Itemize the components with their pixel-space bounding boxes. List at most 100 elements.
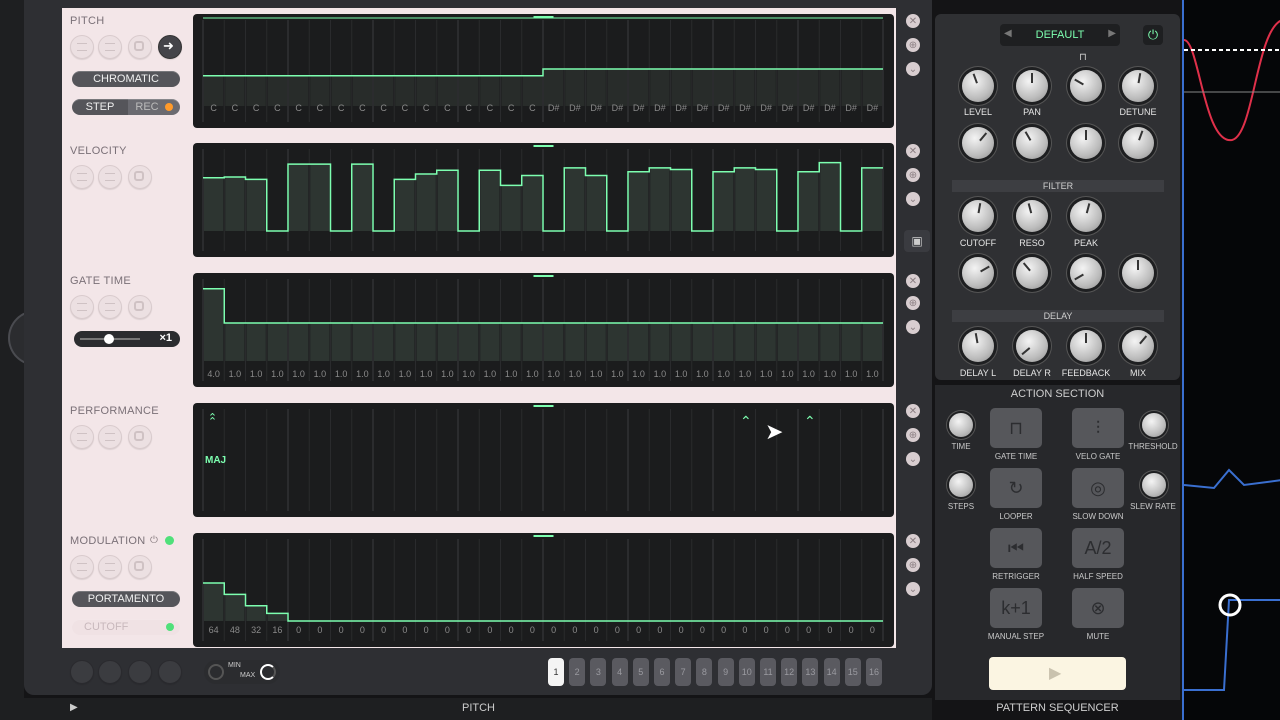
time-knob[interactable] [949, 413, 973, 437]
velocity-random-button[interactable] [98, 165, 122, 189]
delay-r-knob[interactable] [1016, 330, 1048, 362]
copy-button[interactable] [70, 660, 94, 684]
delay-l-knob[interactable] [962, 330, 994, 362]
gate-lane[interactable]: 4.0 1.0 1.0 1.0 1.0 1.0 1.0 1.0 1.0 1.0 1.0 1.0 1.0 1… [193, 273, 894, 387]
pitch-shift-icon[interactable]: ⊕ [906, 38, 920, 52]
pitch-select-button[interactable] [128, 35, 152, 59]
gate-clear-button[interactable] [70, 295, 94, 319]
env-knob-4[interactable] [1122, 127, 1154, 159]
gate-down-icon[interactable]: ⌄ [906, 320, 920, 334]
step-button[interactable]: STEP [72, 99, 128, 115]
modulation-random-button[interactable] [98, 555, 122, 579]
cutoff-button[interactable]: CUTOFF [72, 619, 180, 635]
page-button[interactable]: 3 [590, 658, 607, 686]
synth-power-icon[interactable]: ⏻ [1143, 25, 1163, 45]
save-button[interactable] [98, 660, 122, 684]
steps-knob[interactable] [949, 473, 973, 497]
performance-random-button[interactable] [98, 425, 122, 449]
shift-button[interactable] [128, 660, 152, 684]
pitch-close-icon[interactable]: ✕ [906, 14, 920, 28]
pitch-clear-button[interactable] [70, 35, 94, 59]
half-speed-button[interactable]: A/2 [1072, 528, 1124, 568]
performance-down-icon[interactable]: ⌄ [906, 452, 920, 466]
play-button[interactable]: ▶ [989, 657, 1126, 690]
velocity-select-button[interactable] [128, 165, 152, 189]
modulation-down-icon[interactable]: ⌄ [906, 582, 920, 596]
randomize-button[interactable] [158, 660, 182, 684]
page-button[interactable]: 7 [675, 658, 692, 686]
performance-lane[interactable]: MAJ ⌃⌃ ⌃ ⌃ ➤ [193, 403, 894, 517]
filter-env-knob-2[interactable] [1016, 257, 1048, 289]
pitch-random-button[interactable] [98, 35, 122, 59]
env-knob-2[interactable] [1016, 127, 1048, 159]
looper-button[interactable]: ↻ [990, 468, 1042, 508]
gate-select-button[interactable] [128, 295, 152, 319]
velocity-close-icon[interactable]: ✕ [906, 144, 920, 158]
pitch-down-icon[interactable]: ⌄ [906, 62, 920, 76]
page-button[interactable]: 15 [844, 658, 861, 686]
pitch-lane[interactable]: C C C C C C C C C C C C C C C C D# D# D# D# D# D# D# D# D# D# D# D#… [193, 14, 894, 128]
detune-knob[interactable] [1122, 70, 1154, 102]
level-knob[interactable] [962, 70, 994, 102]
retrigger-button[interactable]: ⏮ [990, 528, 1042, 568]
velocity-lane[interactable] [193, 143, 894, 257]
min-max-toggle[interactable]: MIN MAX [204, 660, 280, 684]
play-small-icon[interactable]: ▶ [70, 702, 78, 713]
gate-random-button[interactable] [98, 295, 122, 319]
rec-button[interactable]: REC [128, 99, 180, 115]
page-button[interactable]: 16 [866, 658, 882, 686]
velocity-down-icon[interactable]: ⌄ [906, 192, 920, 206]
gate-close-icon[interactable]: ✕ [906, 274, 920, 288]
reso-knob[interactable] [1016, 200, 1048, 232]
gate-shift-icon[interactable]: ⊕ [906, 296, 920, 310]
camera-icon[interactable]: ▣ [904, 230, 930, 252]
env-knob-3[interactable] [1070, 127, 1102, 159]
mix-knob[interactable] [1122, 330, 1154, 362]
page-button[interactable]: 6 [654, 658, 670, 686]
modulation-lane[interactable]: 64 48 32 16 0 0 0 0 0 0 0 0 0 0 0 0 0 0 0 0 0 0 0 0 0 0 0 0 0 0 0 0 [193, 533, 894, 647]
page-button[interactable]: 2 [569, 658, 586, 686]
waveform-knob[interactable] [1070, 70, 1102, 102]
performance-shift-icon[interactable]: ⊕ [906, 428, 920, 442]
modulation-clear-button[interactable] [70, 555, 94, 579]
portamento-button[interactable]: PORTAMENTO [72, 591, 180, 607]
env-knob-1[interactable] [962, 127, 994, 159]
modulation-select-button[interactable] [128, 555, 152, 579]
velocity-clear-button[interactable] [70, 165, 94, 189]
preset-selector[interactable]: ◀ DEFAULT ▶ [1000, 24, 1120, 46]
pan-knob[interactable] [1016, 70, 1048, 102]
page-button[interactable]: 14 [823, 658, 840, 686]
modulation-close-icon[interactable]: ✕ [906, 534, 920, 548]
modulation-power-icon[interactable]: ⏻ [150, 535, 158, 546]
peak-knob[interactable] [1070, 200, 1102, 232]
slow-down-button[interactable]: ◎ [1072, 468, 1124, 508]
performance-close-icon[interactable]: ✕ [906, 404, 920, 418]
slew-rate-knob[interactable] [1142, 473, 1166, 497]
threshold-knob[interactable] [1142, 413, 1166, 437]
page-button[interactable]: 1 [548, 658, 564, 686]
page-button[interactable]: 4 [611, 658, 628, 686]
filter-env-knob-4[interactable] [1122, 257, 1154, 289]
performance-select-button[interactable] [128, 425, 152, 449]
velocity-shift-icon[interactable]: ⊕ [906, 168, 920, 182]
manual-step-button[interactable]: k+1 [990, 588, 1042, 628]
page-button[interactable]: 11 [760, 658, 776, 686]
gate-time-button[interactable]: ⊓ [990, 408, 1042, 448]
feedback-knob[interactable] [1070, 330, 1102, 362]
page-button[interactable]: 13 [802, 658, 819, 686]
mute-button[interactable]: ⊗ [1072, 588, 1124, 628]
performance-clear-button[interactable] [70, 425, 94, 449]
pitch-arrow-button[interactable] [158, 35, 182, 59]
chromatic-button[interactable]: CHROMATIC [72, 71, 180, 87]
filter-env-knob-3[interactable] [1070, 257, 1102, 289]
page-button[interactable]: 5 [632, 658, 649, 686]
velo-gate-button[interactable]: ⫶ [1072, 408, 1124, 448]
modulation-shift-icon[interactable]: ⊕ [906, 558, 920, 572]
cutoff-knob[interactable] [962, 200, 994, 232]
page-button[interactable]: 9 [717, 658, 734, 686]
gate-multiplier-slider[interactable]: ×1 [74, 331, 180, 347]
page-button[interactable]: 10 [738, 658, 755, 686]
page-button[interactable]: 12 [781, 658, 798, 686]
page-button[interactable]: 8 [696, 658, 713, 686]
filter-env-knob-1[interactable] [962, 257, 994, 289]
